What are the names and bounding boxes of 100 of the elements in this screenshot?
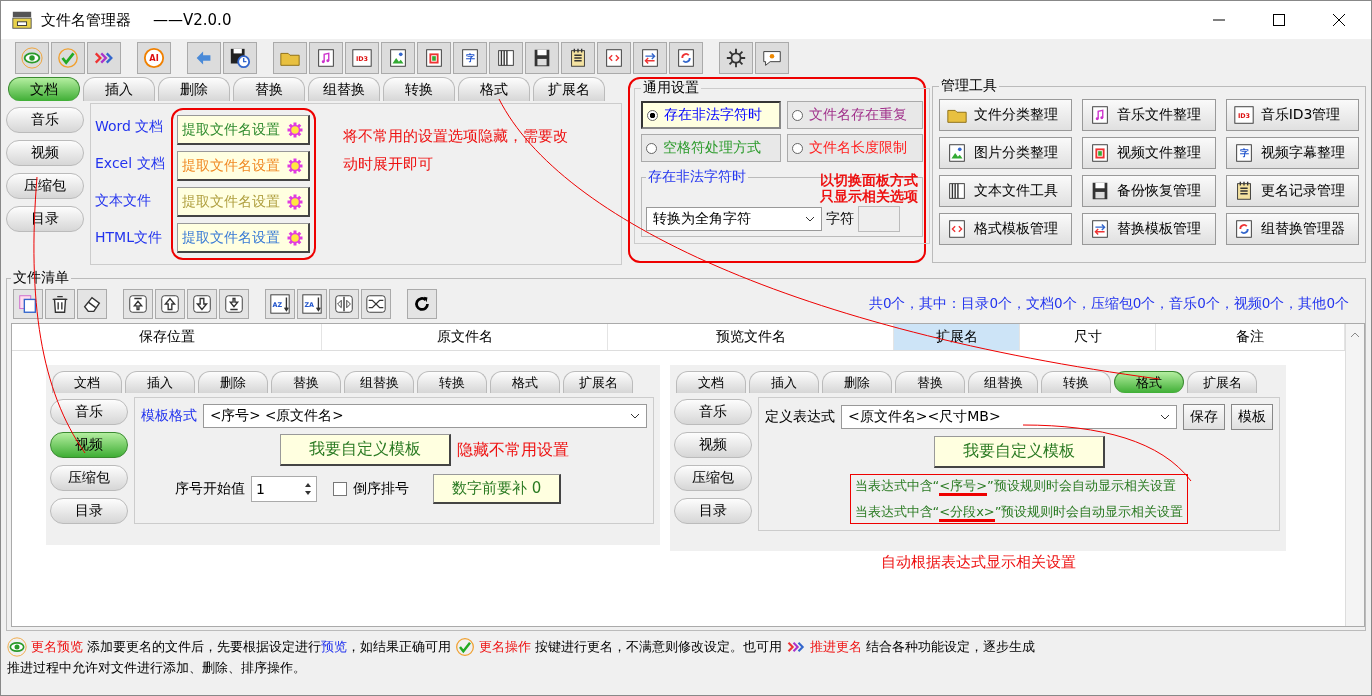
- tab[interactable]: 转换: [383, 77, 455, 101]
- toolbar-button[interactable]: [525, 42, 559, 74]
- dropdown-field[interactable]: <序号> <原文件名>: [203, 404, 647, 428]
- toolbar-button[interactable]: [669, 42, 703, 74]
- tool-button[interactable]: 图片分类整理: [939, 137, 1073, 169]
- tab[interactable]: 文档: [52, 371, 122, 393]
- tab[interactable]: 扩展名: [1187, 371, 1257, 393]
- custom-template-button[interactable]: 我要自定义模板: [933, 436, 1105, 468]
- tab[interactable]: 插入: [125, 371, 195, 393]
- close-icon[interactable]: [1333, 14, 1345, 26]
- tab[interactable]: 扩展名: [563, 371, 633, 393]
- scrollbar[interactable]: [1345, 324, 1364, 626]
- tab[interactable]: 格式: [1114, 371, 1184, 393]
- option-button[interactable]: 存在非法字符时: [641, 101, 781, 129]
- tab[interactable]: 替换: [233, 77, 305, 101]
- side-tab[interactable]: 音乐: [6, 107, 84, 133]
- tool-button[interactable]: 视频文件整理: [1082, 137, 1216, 169]
- column-header[interactable]: 保存位置: [12, 324, 322, 350]
- toolbar-button[interactable]: [361, 289, 391, 319]
- tool-button[interactable]: 文本文件工具: [939, 175, 1073, 207]
- tool-button[interactable]: 替换模板管理: [1082, 213, 1216, 245]
- tab[interactable]: 删除: [158, 77, 230, 101]
- tab[interactable]: 插入: [749, 371, 819, 393]
- tool-button[interactable]: 字 视频字幕整理: [1225, 137, 1359, 169]
- tool-button[interactable]: 文件分类整理: [939, 99, 1073, 131]
- side-tab[interactable]: 视频: [6, 140, 84, 166]
- zero-padding-button[interactable]: 数字前要补 0: [433, 474, 562, 504]
- tab[interactable]: 扩展名: [533, 77, 605, 101]
- extract-settings-button[interactable]: 提取文件名设置: [177, 223, 310, 253]
- extract-settings-button[interactable]: 提取文件名设置: [177, 115, 310, 145]
- toolbar-button[interactable]: [45, 289, 75, 319]
- check-icon: [57, 47, 79, 69]
- tab[interactable]: 转换: [1041, 371, 1111, 393]
- tool-button[interactable]: 格式模板管理: [939, 213, 1073, 245]
- side-tab[interactable]: 视频: [674, 432, 752, 458]
- group-title: 通用设置: [642, 79, 700, 97]
- toolbar-button[interactable]: [223, 42, 257, 74]
- status-text: 推进过程中允许对文件进行添加、删除、排序操作。: [7, 659, 306, 677]
- toolbar-button[interactable]: [489, 42, 523, 74]
- toolbar-button[interactable]: [407, 289, 437, 319]
- annotation-text: 将不常用的设置选项隐藏，需要改动时展开即可: [343, 126, 569, 175]
- toolbar-button[interactable]: AI: [137, 42, 171, 74]
- panel-button[interactable]: 模板: [1231, 404, 1273, 430]
- dropdown-field[interactable]: <原文件名><尺寸MB>: [841, 405, 1177, 429]
- refresh-file-icon: [675, 47, 697, 69]
- checkbox[interactable]: [333, 482, 347, 496]
- toolbar-button[interactable]: [77, 289, 107, 319]
- side-tab[interactable]: 目录: [50, 498, 128, 524]
- toolbar-button[interactable]: [381, 42, 415, 74]
- tab[interactable]: 组替换: [344, 371, 414, 393]
- input-field[interactable]: [858, 206, 900, 232]
- maximize-icon[interactable]: [1273, 14, 1285, 26]
- shuffle-icon: [365, 293, 387, 315]
- side-tab[interactable]: 音乐: [50, 399, 128, 425]
- tab[interactable]: 删除: [198, 371, 268, 393]
- tab[interactable]: 插入: [83, 77, 155, 101]
- toolbar-button[interactable]: 字: [453, 42, 487, 74]
- tool-button[interactable]: 更名记录管理: [1225, 175, 1359, 207]
- toolbar-button[interactable]: [597, 42, 631, 74]
- custom-template-button[interactable]: 我要自定义模板: [279, 434, 451, 466]
- column-header[interactable]: 尺寸: [1020, 324, 1156, 350]
- side-tab[interactable]: 目录: [674, 498, 752, 524]
- tab[interactable]: 组替换: [968, 371, 1038, 393]
- toolbar-button[interactable]: [719, 42, 753, 74]
- tool-button[interactable]: 备份恢复管理: [1082, 175, 1216, 207]
- toolbar-button[interactable]: [187, 289, 217, 319]
- toolbar-button[interactable]: [561, 42, 595, 74]
- ai-icon: AI: [143, 47, 165, 69]
- checkbox-label: 倒序排号: [353, 480, 409, 498]
- column-header[interactable]: 扩展名: [894, 324, 1020, 350]
- tab[interactable]: 格式: [458, 77, 530, 101]
- panel-button[interactable]: 保存: [1183, 404, 1225, 430]
- tab[interactable]: 组替换: [308, 77, 380, 101]
- option-button[interactable]: 文件名存在重复: [787, 101, 923, 129]
- side-tab[interactable]: 音乐: [674, 399, 752, 425]
- tool-button[interactable]: 组替换管理器: [1225, 213, 1359, 245]
- dropdown-field[interactable]: 转换为全角字符: [646, 207, 822, 231]
- tool-button[interactable]: 音乐文件整理: [1082, 99, 1216, 131]
- side-tab[interactable]: 压缩包: [50, 465, 128, 491]
- toolbar-button[interactable]: [309, 42, 343, 74]
- tab[interactable]: 文档: [8, 77, 80, 101]
- status-link[interactable]: 预览: [321, 638, 347, 656]
- toolbar-button[interactable]: [633, 42, 667, 74]
- column-header[interactable]: 原文件名: [322, 324, 608, 350]
- side-tab[interactable]: 视频: [50, 432, 128, 458]
- toolbar-button[interactable]: [417, 42, 451, 74]
- tab[interactable]: 转换: [417, 371, 487, 393]
- tab[interactable]: 替换: [271, 371, 341, 393]
- toolbar-button[interactable]: [123, 289, 153, 319]
- tab[interactable]: 删除: [822, 371, 892, 393]
- side-tab[interactable]: 压缩包: [674, 465, 752, 491]
- toolbar-button[interactable]: [155, 289, 185, 319]
- number-field[interactable]: 1: [251, 476, 317, 502]
- scroll-up-icon[interactable]: [1350, 332, 1360, 338]
- tab[interactable]: 文档: [676, 371, 746, 393]
- side-tab[interactable]: 压缩包: [6, 173, 84, 199]
- toolbar-button[interactable]: [219, 289, 249, 319]
- tab[interactable]: 格式: [490, 371, 560, 393]
- toolbar-button[interactable]: [755, 42, 789, 74]
- tab[interactable]: 替换: [895, 371, 965, 393]
